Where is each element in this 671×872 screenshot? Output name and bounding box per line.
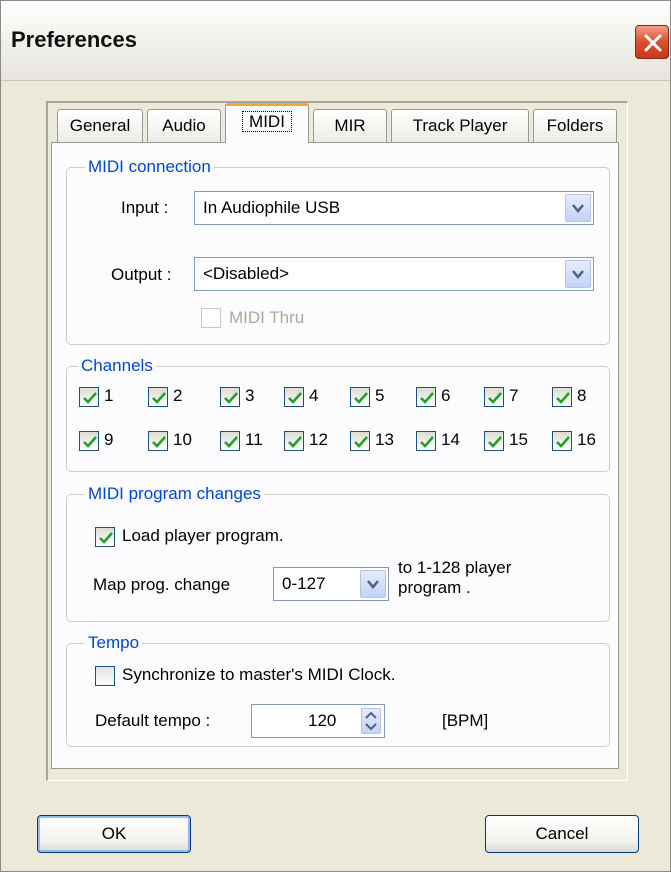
- to-player-program-label: to 1-128 player program .: [398, 558, 511, 598]
- check-icon: [556, 392, 570, 404]
- chevron-down-icon: [572, 270, 584, 279]
- channel-checkbox[interactable]: [416, 431, 436, 451]
- tab-track-player[interactable]: Track Player: [391, 109, 529, 143]
- channel-checkbox[interactable]: [220, 431, 240, 451]
- channel-label: 14: [441, 430, 460, 449]
- program-changes-legend: MIDI program changes: [85, 484, 264, 504]
- default-tempo-value: 120: [308, 711, 337, 730]
- check-icon: [354, 392, 368, 404]
- tab-general[interactable]: General: [57, 109, 143, 143]
- cancel-button[interactable]: Cancel: [485, 815, 639, 853]
- channel-checkbox[interactable]: [552, 387, 572, 407]
- channel-checkbox[interactable]: [79, 431, 99, 451]
- input-label: Input :: [121, 198, 169, 217]
- check-icon: [83, 436, 97, 448]
- channel-label: 15: [509, 430, 528, 449]
- channel-label: 11: [245, 430, 263, 449]
- output-dropdown-button[interactable]: [565, 260, 591, 288]
- channel-checkbox[interactable]: [350, 431, 370, 451]
- channel-checkbox[interactable]: [416, 387, 436, 407]
- input-dropdown-button[interactable]: [565, 194, 591, 222]
- midi-thru-label: MIDI Thru: [229, 308, 305, 327]
- channels-legend: Channels: [78, 356, 156, 376]
- channel-label: 10: [173, 430, 192, 449]
- default-tempo-label: Default tempo :: [95, 711, 211, 730]
- tab-midi[interactable]: MIDI: [225, 103, 309, 143]
- sync-midi-clock-checkbox[interactable]: [95, 666, 115, 686]
- check-icon: [420, 436, 434, 448]
- tab-folders[interactable]: Folders: [533, 109, 617, 143]
- sync-midi-clock-label: Synchronize to master's MIDI Clock.: [122, 665, 396, 684]
- channel-label: 4: [309, 386, 319, 405]
- preferences-dialog: Preferences General Audio MIDI MIR Track…: [0, 0, 671, 872]
- tab-midi-label: MIDI: [242, 111, 292, 132]
- channel-label: 9: [104, 430, 114, 449]
- check-icon: [288, 436, 302, 448]
- check-icon: [556, 436, 570, 448]
- check-icon: [488, 436, 502, 448]
- channel-label: 12: [309, 430, 328, 449]
- check-icon: [420, 392, 434, 404]
- check-icon: [83, 392, 97, 404]
- tab-audio[interactable]: Audio: [147, 109, 221, 143]
- channel-label: 13: [375, 430, 394, 449]
- channel-label: 7: [509, 386, 519, 405]
- map-prog-change-value: 0-127: [282, 574, 326, 593]
- tab-mir[interactable]: MIR: [313, 109, 387, 143]
- channel-label: 6: [441, 386, 451, 405]
- channel-checkbox[interactable]: [148, 387, 168, 407]
- close-button[interactable]: [635, 25, 669, 59]
- channel-checkbox[interactable]: [484, 431, 504, 451]
- check-icon: [354, 436, 368, 448]
- input-select-value: In Audiophile USB: [203, 198, 341, 217]
- title-bar: Preferences: [1, 1, 670, 81]
- channel-label: 3: [245, 386, 255, 405]
- map-prog-change-select[interactable]: 0-127: [273, 567, 389, 601]
- close-icon: [644, 34, 662, 52]
- check-icon: [488, 392, 502, 404]
- bpm-unit-label: [BPM]: [442, 711, 489, 730]
- to-player-program-line2: program .: [398, 578, 471, 597]
- chevron-down-icon: [367, 580, 379, 589]
- channel-checkbox[interactable]: [79, 387, 99, 407]
- channel-label: 5: [375, 386, 385, 405]
- output-label: Output :: [111, 265, 172, 284]
- tempo-legend: Tempo: [85, 633, 143, 653]
- tempo-spin-buttons[interactable]: [361, 708, 381, 734]
- load-player-program-label: Load player program.: [122, 526, 284, 545]
- check-icon: [224, 436, 238, 448]
- map-prog-change-label: Map prog. change: [93, 575, 231, 594]
- check-icon: [288, 392, 302, 404]
- map-prog-change-dropdown-button[interactable]: [360, 570, 386, 598]
- window-title: Preferences: [11, 27, 137, 52]
- check-icon: [224, 392, 238, 404]
- midi-connection-legend: MIDI connection: [85, 157, 214, 177]
- midi-thru-checkbox: [201, 308, 221, 328]
- output-select[interactable]: <Disabled>: [194, 257, 594, 291]
- channel-checkbox[interactable]: [284, 431, 304, 451]
- ok-button[interactable]: OK: [37, 815, 191, 853]
- channel-checkbox[interactable]: [350, 387, 370, 407]
- channel-label: 1: [104, 386, 114, 405]
- chevron-down-icon: [572, 204, 584, 213]
- channel-label: 2: [173, 386, 183, 405]
- channel-checkbox[interactable]: [148, 431, 168, 451]
- channels-group: [66, 366, 610, 472]
- channel-label: 8: [577, 386, 587, 405]
- to-player-program-line1: to 1-128 player: [398, 558, 512, 577]
- channel-label: 16: [577, 430, 596, 449]
- channel-checkbox[interactable]: [552, 431, 572, 451]
- channel-checkbox[interactable]: [284, 387, 304, 407]
- load-player-program-checkbox[interactable]: [95, 527, 115, 547]
- default-tempo-spinner[interactable]: 120: [251, 704, 385, 738]
- program-changes-group: [66, 494, 610, 622]
- check-icon: [152, 392, 166, 404]
- spin-up-down-icon: [365, 711, 377, 731]
- check-icon: [152, 436, 166, 448]
- output-select-value: <Disabled>: [203, 264, 290, 283]
- input-select[interactable]: In Audiophile USB: [194, 191, 594, 225]
- channel-checkbox[interactable]: [484, 387, 504, 407]
- check-icon: [99, 532, 113, 544]
- channel-checkbox[interactable]: [220, 387, 240, 407]
